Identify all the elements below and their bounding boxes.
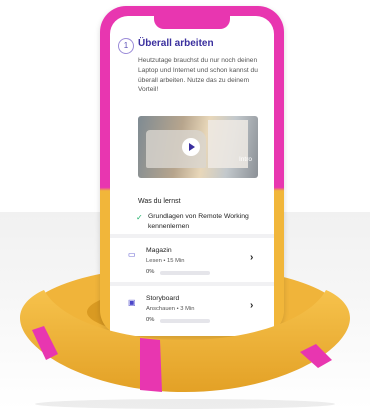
life-ring-front: [20, 290, 350, 409]
